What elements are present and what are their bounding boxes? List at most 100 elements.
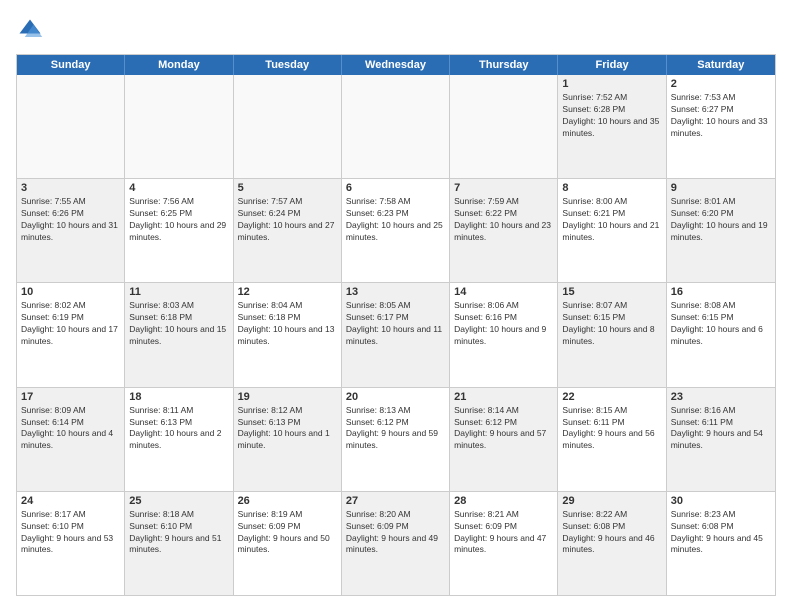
calendar-row: 24 Sunrise: 8:17 AM Sunset: 6:10 PM Dayli… — [17, 492, 775, 595]
day-number: 11 — [129, 286, 228, 298]
calendar-cell — [450, 75, 558, 178]
cell-info: Sunrise: 8:23 AM Sunset: 6:08 PM Dayligh… — [671, 509, 771, 557]
page: SundayMondayTuesdayWednesdayThursdayFrid… — [0, 0, 792, 612]
cell-info: Sunrise: 7:57 AM Sunset: 6:24 PM Dayligh… — [238, 196, 337, 244]
calendar-row: 1 Sunrise: 7:52 AM Sunset: 6:28 PM Daylig… — [17, 75, 775, 179]
cell-info: Sunrise: 8:06 AM Sunset: 6:16 PM Dayligh… — [454, 300, 553, 348]
day-number: 14 — [454, 286, 553, 298]
day-number: 29 — [562, 495, 661, 507]
calendar-cell — [125, 75, 233, 178]
cell-info: Sunrise: 7:56 AM Sunset: 6:25 PM Dayligh… — [129, 196, 228, 244]
calendar-cell — [342, 75, 450, 178]
cell-info: Sunrise: 8:03 AM Sunset: 6:18 PM Dayligh… — [129, 300, 228, 348]
day-number: 27 — [346, 495, 445, 507]
calendar-cell: 19 Sunrise: 8:12 AM Sunset: 6:13 PM Dayli… — [234, 388, 342, 491]
header — [16, 16, 776, 44]
cell-info: Sunrise: 8:16 AM Sunset: 6:11 PM Dayligh… — [671, 405, 771, 453]
calendar-cell: 12Sunrise: 8:04 AM Sunset: 6:18 PM Dayli… — [234, 283, 342, 386]
day-number: 13 — [346, 286, 445, 298]
weekday-header: Sunday — [17, 55, 125, 75]
calendar-cell: 11 Sunrise: 8:03 AM Sunset: 6:18 PM Dayli… — [125, 283, 233, 386]
cell-info: Sunrise: 8:14 AM Sunset: 6:12 PM Dayligh… — [454, 405, 553, 453]
day-number: 5 — [238, 182, 337, 194]
calendar-cell: 26 Sunrise: 8:19 AM Sunset: 6:09 PM Dayli… — [234, 492, 342, 595]
cell-info: Sunrise: 8:17 AM Sunset: 6:10 PM Dayligh… — [21, 509, 120, 557]
day-number: 3 — [21, 182, 120, 194]
day-number: 10 — [21, 286, 120, 298]
calendar-cell: 2 Sunrise: 7:53 AM Sunset: 6:27 PM Daylig… — [667, 75, 775, 178]
calendar-cell: 4 Sunrise: 7:56 AM Sunset: 6:25 PM Daylig… — [125, 179, 233, 282]
calendar-cell: 30 Sunrise: 8:23 AM Sunset: 6:08 PM Dayli… — [667, 492, 775, 595]
calendar: SundayMondayTuesdayWednesdayThursdayFrid… — [16, 54, 776, 596]
calendar-cell: 28 Sunrise: 8:21 AM Sunset: 6:09 PM Dayli… — [450, 492, 558, 595]
calendar-cell: 20 Sunrise: 8:13 AM Sunset: 6:12 PM Dayli… — [342, 388, 450, 491]
cell-info: Sunrise: 7:52 AM Sunset: 6:28 PM Dayligh… — [562, 92, 661, 140]
cell-info: Sunrise: 8:21 AM Sunset: 6:09 PM Dayligh… — [454, 509, 553, 557]
cell-info: Sunrise: 8:04 AM Sunset: 6:18 PM Dayligh… — [238, 300, 337, 348]
cell-info: Sunrise: 8:11 AM Sunset: 6:13 PM Dayligh… — [129, 405, 228, 453]
weekday-header: Tuesday — [234, 55, 342, 75]
day-number: 18 — [129, 391, 228, 403]
day-number: 26 — [238, 495, 337, 507]
day-number: 22 — [562, 391, 661, 403]
day-number: 24 — [21, 495, 120, 507]
day-number: 21 — [454, 391, 553, 403]
calendar-cell: 22 Sunrise: 8:15 AM Sunset: 6:11 PM Dayli… — [558, 388, 666, 491]
calendar-cell: 10 Sunrise: 8:02 AM Sunset: 6:19 PM Dayli… — [17, 283, 125, 386]
cell-info: Sunrise: 7:59 AM Sunset: 6:22 PM Dayligh… — [454, 196, 553, 244]
calendar-cell: 9 Sunrise: 8:01 AM Sunset: 6:20 PM Daylig… — [667, 179, 775, 282]
cell-info: Sunrise: 8:19 AM Sunset: 6:09 PM Dayligh… — [238, 509, 337, 557]
day-number: 2 — [671, 78, 771, 90]
weekday-header: Monday — [125, 55, 233, 75]
calendar-cell: 7 Sunrise: 7:59 AM Sunset: 6:22 PM Daylig… — [450, 179, 558, 282]
weekday-header: Saturday — [667, 55, 775, 75]
day-number: 7 — [454, 182, 553, 194]
calendar-cell: 1 Sunrise: 7:52 AM Sunset: 6:28 PM Daylig… — [558, 75, 666, 178]
day-number: 8 — [562, 182, 661, 194]
day-number: 16 — [671, 286, 771, 298]
day-number: 17 — [21, 391, 120, 403]
cell-info: Sunrise: 8:13 AM Sunset: 6:12 PM Dayligh… — [346, 405, 445, 453]
cell-info: Sunrise: 8:01 AM Sunset: 6:20 PM Dayligh… — [671, 196, 771, 244]
calendar-cell: 23 Sunrise: 8:16 AM Sunset: 6:11 PM Dayli… — [667, 388, 775, 491]
cell-info: Sunrise: 8:09 AM Sunset: 6:14 PM Dayligh… — [21, 405, 120, 453]
day-number: 23 — [671, 391, 771, 403]
cell-info: Sunrise: 8:15 AM Sunset: 6:11 PM Dayligh… — [562, 405, 661, 453]
cell-info: Sunrise: 8:18 AM Sunset: 6:10 PM Dayligh… — [129, 509, 228, 557]
calendar-cell: 5 Sunrise: 7:57 AM Sunset: 6:24 PM Daylig… — [234, 179, 342, 282]
cell-info: Sunrise: 7:58 AM Sunset: 6:23 PM Dayligh… — [346, 196, 445, 244]
calendar-cell: 3 Sunrise: 7:55 AM Sunset: 6:26 PM Daylig… — [17, 179, 125, 282]
day-number: 15 — [562, 286, 661, 298]
calendar-cell: 24 Sunrise: 8:17 AM Sunset: 6:10 PM Dayli… — [17, 492, 125, 595]
cell-info: Sunrise: 8:00 AM Sunset: 6:21 PM Dayligh… — [562, 196, 661, 244]
calendar-cell: 14 Sunrise: 8:06 AM Sunset: 6:16 PM Dayli… — [450, 283, 558, 386]
day-number: 6 — [346, 182, 445, 194]
day-number: 1 — [562, 78, 661, 90]
weekday-header: Thursday — [450, 55, 558, 75]
calendar-cell: 15 Sunrise: 8:07 AM Sunset: 6:15 PM Dayli… — [558, 283, 666, 386]
day-number: 30 — [671, 495, 771, 507]
calendar-row: 10 Sunrise: 8:02 AM Sunset: 6:19 PM Dayli… — [17, 283, 775, 387]
day-number: 9 — [671, 182, 771, 194]
calendar-cell: 13 Sunrise: 8:05 AM Sunset: 6:17 PM Dayli… — [342, 283, 450, 386]
cell-info: Sunrise: 7:55 AM Sunset: 6:26 PM Dayligh… — [21, 196, 120, 244]
calendar-cell — [17, 75, 125, 178]
weekday-header: Friday — [558, 55, 666, 75]
cell-info: Sunrise: 8:07 AM Sunset: 6:15 PM Dayligh… — [562, 300, 661, 348]
day-number: 20 — [346, 391, 445, 403]
cell-info: Sunrise: 8:20 AM Sunset: 6:09 PM Dayligh… — [346, 509, 445, 557]
calendar-cell: 21 Sunrise: 8:14 AM Sunset: 6:12 PM Dayli… — [450, 388, 558, 491]
calendar-row: 17 Sunrise: 8:09 AM Sunset: 6:14 PM Dayli… — [17, 388, 775, 492]
cell-info: Sunrise: 7:53 AM Sunset: 6:27 PM Dayligh… — [671, 92, 771, 140]
calendar-cell: 17 Sunrise: 8:09 AM Sunset: 6:14 PM Dayli… — [17, 388, 125, 491]
cell-info: Sunrise: 8:02 AM Sunset: 6:19 PM Dayligh… — [21, 300, 120, 348]
cell-info: Sunrise: 8:12 AM Sunset: 6:13 PM Dayligh… — [238, 405, 337, 453]
cell-info: Sunrise: 8:05 AM Sunset: 6:17 PM Dayligh… — [346, 300, 445, 348]
calendar-row: 3 Sunrise: 7:55 AM Sunset: 6:26 PM Daylig… — [17, 179, 775, 283]
day-number: 19 — [238, 391, 337, 403]
day-number: 28 — [454, 495, 553, 507]
cell-info: Sunrise: 8:22 AM Sunset: 6:08 PM Dayligh… — [562, 509, 661, 557]
calendar-cell: 18 Sunrise: 8:11 AM Sunset: 6:13 PM Dayli… — [125, 388, 233, 491]
calendar-body: 1 Sunrise: 7:52 AM Sunset: 6:28 PM Daylig… — [17, 75, 775, 595]
day-number: 4 — [129, 182, 228, 194]
